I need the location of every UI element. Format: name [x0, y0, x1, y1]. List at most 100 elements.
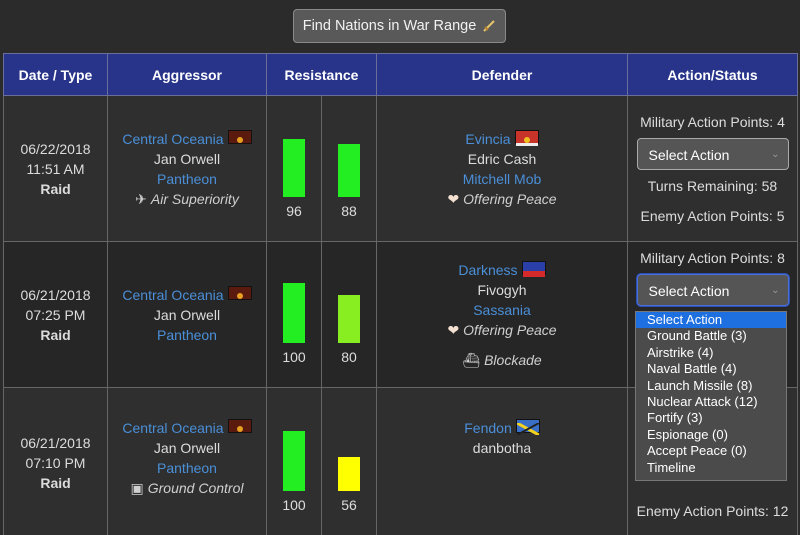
dropdown-option-launch-missile[interactable]: Launch Missile (8)	[636, 378, 786, 394]
resistance-value: 80	[341, 348, 357, 365]
table-row: 06/22/2018 11:51 AM Raid Central Oceania…	[3, 95, 798, 242]
flag-icon	[514, 129, 539, 146]
flag-icon	[227, 129, 252, 144]
war-time: 11:51 AM	[26, 160, 85, 177]
resistance-aggressor-cell: 96	[266, 95, 322, 242]
military-action-points: Military Action Points: 8	[640, 250, 785, 266]
defender-alliance-link[interactable]: Sassania	[377, 300, 627, 320]
dropdown-option-airstrike[interactable]: Airstrike (4)	[636, 345, 786, 361]
war-type: Raid	[40, 180, 71, 197]
dropdown-option-timeline[interactable]: Timeline	[636, 460, 786, 476]
resistance-value: 96	[286, 202, 302, 219]
date-type-cell: 06/22/2018 11:51 AM Raid	[3, 95, 108, 242]
defender-alliance-link[interactable]: Mitchell Mob	[377, 169, 627, 189]
aggressor-status: Ground Control	[147, 480, 244, 496]
dropdown-option-ground-battle[interactable]: Ground Battle (3)	[636, 328, 786, 344]
date-type-cell: 06/21/2018 07:25 PM Raid	[3, 241, 108, 388]
action-select-value: Select Action	[648, 283, 730, 299]
aggressor-cell: Central Oceania Jan Orwell Pantheon ▣ Gro…	[107, 387, 267, 535]
aggressor-cell: Central Oceania Jan Orwell Pantheon ✈ Air…	[107, 95, 267, 242]
action-select-value: Select Action	[648, 146, 730, 163]
action-dropdown-menu: Select Action Ground Battle (3) Airstrik…	[635, 311, 787, 481]
defender-cell: Evincia Edric Cash Mitchell Mob ❤ Offerin…	[376, 95, 628, 242]
defender-nation-link[interactable]: Evincia	[465, 131, 510, 147]
chevron-down-icon: ⌄	[771, 148, 780, 160]
war-time: 07:10 PM	[25, 454, 86, 471]
dropdown-option-fortify[interactable]: Fortify (3)	[636, 410, 786, 426]
flag-icon	[227, 285, 252, 300]
date-type-cell: 06/21/2018 07:10 PM Raid	[3, 387, 108, 535]
war-type: Raid	[40, 474, 71, 491]
war-date: 06/22/2018	[20, 140, 91, 157]
col-aggressor: Aggressor	[107, 53, 267, 96]
resistance-bar	[338, 294, 360, 343]
resistance-bar	[338, 143, 360, 197]
sword-icon	[483, 20, 495, 32]
resistance-defender-cell: 56	[321, 387, 377, 535]
defender-nation-link[interactable]: Darkness	[458, 262, 517, 278]
resistance-value: 88	[341, 202, 357, 219]
defender-leader: Fivogyh	[477, 281, 527, 298]
broken-heart-icon: ❤	[447, 190, 460, 207]
action-select[interactable]: Select Action ⌄	[636, 137, 789, 170]
aggressor-nation-link[interactable]: Central Oceania	[122, 131, 223, 147]
resistance-bar	[283, 138, 305, 197]
broken-heart-icon: ❤	[447, 321, 460, 338]
aggressor-alliance-link[interactable]: Pantheon	[108, 169, 266, 189]
war-date: 06/21/2018	[20, 434, 91, 451]
action-select[interactable]: Select Action ⌄	[636, 274, 789, 306]
find-nations-label: Find Nations in War Range	[302, 18, 477, 34]
resistance-aggressor-cell: 100	[266, 241, 322, 388]
war-time: 07:25 PM	[25, 306, 86, 323]
flag-icon	[227, 419, 252, 433]
aggressor-nation-link[interactable]: Central Oceania	[122, 420, 223, 436]
enemy-action-points: Enemy Action Points: 12	[636, 503, 789, 519]
dropdown-option-accept-peace[interactable]: Accept Peace (0)	[636, 443, 786, 459]
find-nations-button[interactable]: Find Nations in War Range	[293, 9, 506, 43]
defender-status-blockade: Blockade	[484, 351, 542, 368]
resistance-value: 100	[282, 496, 306, 513]
dropdown-option-nuclear-attack[interactable]: Nuclear Attack (12)	[636, 394, 786, 410]
aggressor-leader: Jan Orwell	[153, 440, 221, 456]
aggressor-leader: Jan Orwell	[153, 150, 221, 167]
chevron-down-icon: ⌄	[771, 285, 780, 296]
ship-icon: ⛴	[462, 351, 481, 368]
table-header: Date / Type Aggressor Resistance Defende…	[3, 53, 798, 96]
aggressor-cell: Central Oceania Jan Orwell Pantheon	[107, 241, 267, 388]
flag-icon	[521, 260, 546, 277]
dropdown-option-espionage[interactable]: Espionage (0)	[636, 427, 786, 443]
aggressor-alliance-link[interactable]: Pantheon	[108, 458, 266, 478]
aggressor-alliance-link[interactable]: Pantheon	[108, 325, 266, 345]
defender-leader: danbotha	[472, 440, 532, 456]
airplane-icon: ✈	[135, 190, 147, 207]
aggressor-nation-link[interactable]: Central Oceania	[122, 287, 223, 303]
turns-remaining: Turns Remaining: 58	[647, 177, 778, 194]
resistance-bar	[338, 456, 360, 491]
resistance-bar	[283, 430, 305, 491]
defender-leader: Edric Cash	[467, 150, 537, 167]
col-defender: Defender	[376, 53, 628, 96]
tank-icon: ▣	[130, 480, 144, 496]
col-date-type: Date / Type	[3, 53, 108, 96]
defender-status: Offering Peace	[463, 190, 557, 207]
defender-status: Offering Peace	[463, 321, 557, 338]
aggressor-status: Air Superiority	[150, 190, 239, 207]
defender-nation-link[interactable]: Fendon	[464, 420, 511, 436]
resistance-bar	[283, 282, 305, 343]
resistance-value: 56	[341, 496, 357, 513]
resistance-aggressor-cell: 100	[266, 387, 322, 535]
dropdown-option-select-action[interactable]: Select Action	[636, 312, 786, 329]
resistance-defender-cell: 88	[321, 95, 377, 242]
action-cell: Military Action Points: 4 Select Action ⌄…	[627, 95, 798, 242]
col-action-status: Action/Status	[627, 53, 798, 96]
war-type: Raid	[40, 326, 71, 343]
resistance-defender-cell: 80	[321, 241, 377, 388]
military-action-points: Military Action Points: 4	[640, 113, 785, 130]
dropdown-option-naval-battle[interactable]: Naval Battle (4)	[636, 361, 786, 377]
enemy-action-points: Enemy Action Points: 5	[640, 207, 785, 224]
resistance-value: 100	[282, 348, 306, 365]
defender-cell: Darkness Fivogyh Sassania ❤ Offering Peac…	[376, 241, 628, 388]
top-bar: Find Nations in War Range	[0, 0, 800, 53]
defender-cell: Fendon danbotha	[376, 387, 628, 535]
aggressor-leader: Jan Orwell	[153, 306, 221, 323]
